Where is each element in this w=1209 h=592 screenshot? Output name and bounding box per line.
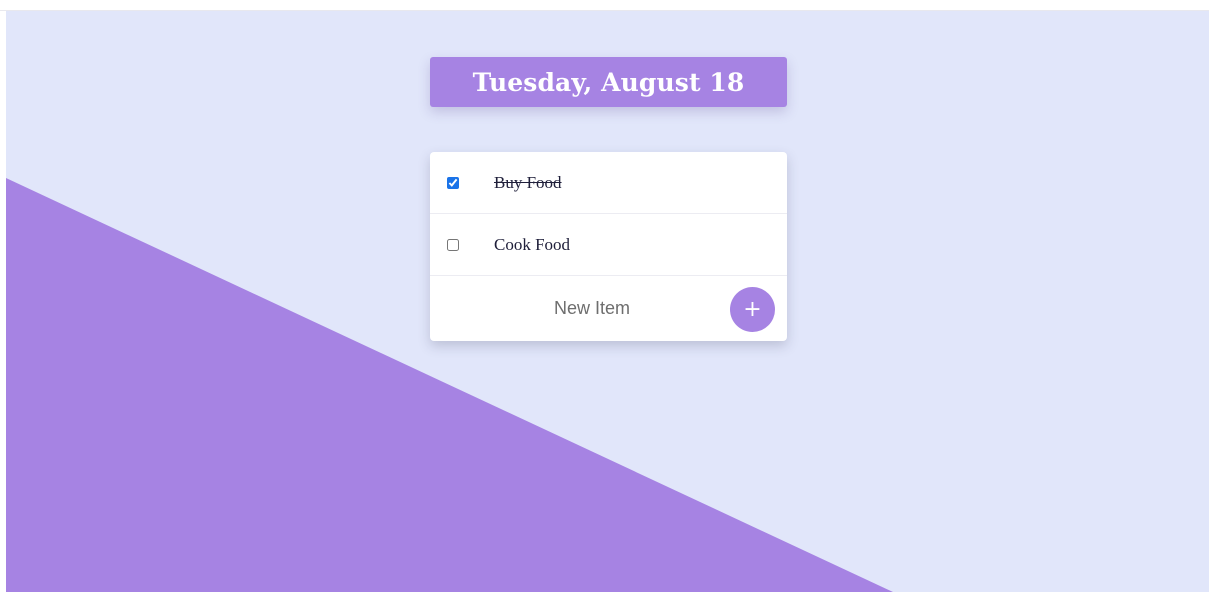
date-title: Tuesday, August 18 bbox=[472, 67, 745, 97]
todo-item: Cook Food bbox=[430, 214, 787, 276]
page-background: Tuesday, August 18 Buy Food Cook Food + bbox=[6, 11, 1209, 592]
todo-item-checkbox[interactable] bbox=[447, 176, 459, 189]
todo-item: Buy Food bbox=[430, 152, 787, 214]
todo-item-label: Cook Food bbox=[494, 234, 571, 254]
add-item-button[interactable]: + bbox=[730, 287, 775, 332]
todo-item-label: Buy Food bbox=[494, 172, 562, 192]
date-heading-box: Tuesday, August 18 bbox=[430, 57, 787, 107]
todo-item-checkbox[interactable] bbox=[447, 238, 459, 251]
new-item-input[interactable] bbox=[470, 290, 714, 326]
plus-icon: + bbox=[743, 297, 762, 322]
todo-list-card: Buy Food Cook Food + bbox=[430, 152, 787, 341]
new-item-row: + bbox=[430, 276, 787, 340]
